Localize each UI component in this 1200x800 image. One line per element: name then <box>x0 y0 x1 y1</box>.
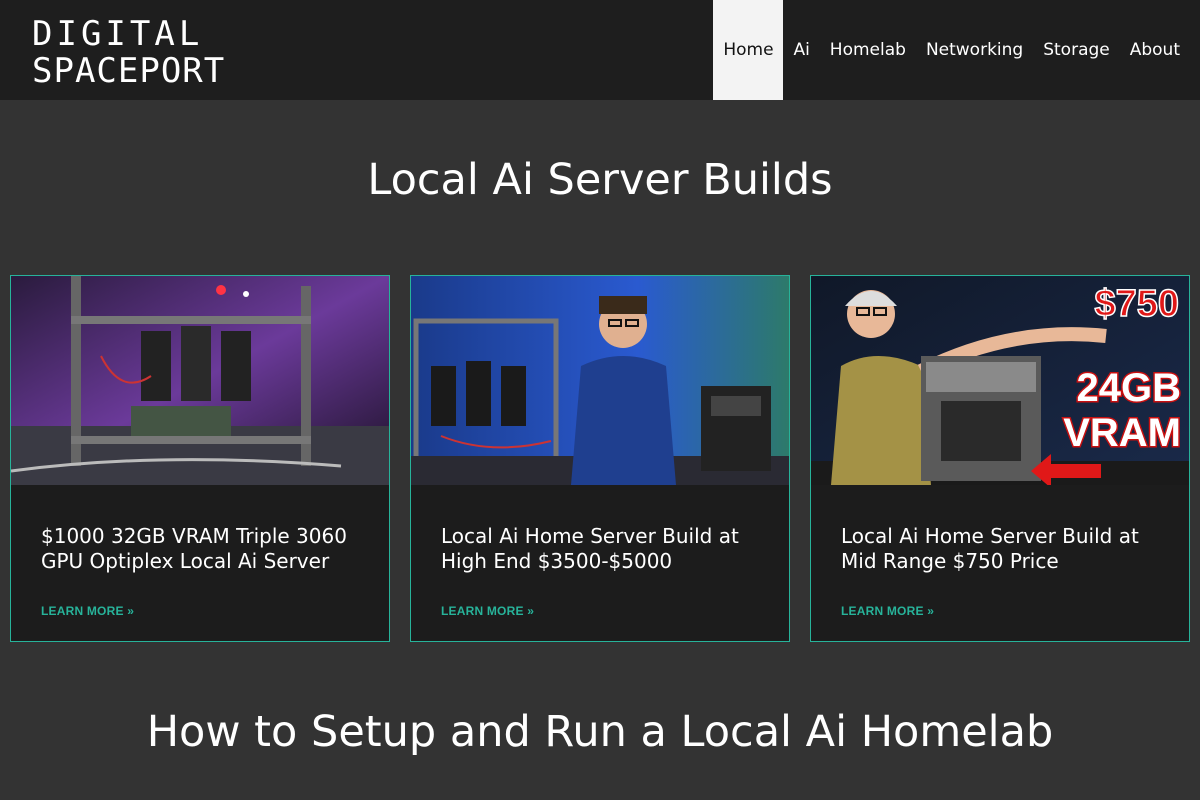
build-card-2: Local Ai Home Server Build at High End $… <box>410 275 790 642</box>
nav-about[interactable]: About <box>1120 0 1190 100</box>
card-3-overlay-vram-2: VRAM <box>1063 411 1181 455</box>
setup-section-title: How to Setup and Run a Local Ai Homelab <box>146 707 1054 757</box>
card-2-title[interactable]: Local Ai Home Server Build at High End $… <box>441 524 766 574</box>
nav-storage[interactable]: Storage <box>1033 0 1120 100</box>
site-header: DIGITAL SPACEPORT Home Ai Homelab Networ… <box>0 0 1200 100</box>
build-card-1: $1000 32GB VRAM Triple 3060 GPU Optiplex… <box>10 275 390 642</box>
card-3-title[interactable]: Local Ai Home Server Build at Mid Range … <box>841 524 1166 574</box>
nav-ai[interactable]: Ai <box>783 0 819 100</box>
nav-networking[interactable]: Networking <box>916 0 1033 100</box>
card-2-thumbnail[interactable] <box>411 276 789 485</box>
card-2-learn-more-link[interactable]: LEARN MORE » <box>441 604 534 618</box>
build-card-3: $750 24GB VRAM Local Ai Home Server Buil… <box>810 275 1190 642</box>
card-3-learn-more-link[interactable]: LEARN MORE » <box>841 604 934 618</box>
logo-line-1: DIGITAL <box>32 14 203 54</box>
nav-homelab[interactable]: Homelab <box>820 0 916 100</box>
site-logo[interactable]: DIGITAL SPACEPORT <box>32 14 247 86</box>
nav-home[interactable]: Home <box>713 0 784 100</box>
card-3-overlay-price: $750 <box>1094 283 1179 325</box>
logo-line-2: SPACEPORT <box>32 51 225 86</box>
main-nav: Home Ai Homelab Networking Storage About <box>713 0 1190 100</box>
card-1-learn-more-link[interactable]: LEARN MORE » <box>41 604 134 618</box>
card-3-thumbnail[interactable]: $750 24GB VRAM <box>811 276 1189 485</box>
builds-section-title: Local Ai Server Builds <box>367 155 833 205</box>
card-3-overlay-vram-1: 24GB <box>1077 366 1182 410</box>
card-1-thumbnail[interactable] <box>11 276 389 485</box>
card-1-title[interactable]: $1000 32GB VRAM Triple 3060 GPU Optiplex… <box>41 524 366 574</box>
